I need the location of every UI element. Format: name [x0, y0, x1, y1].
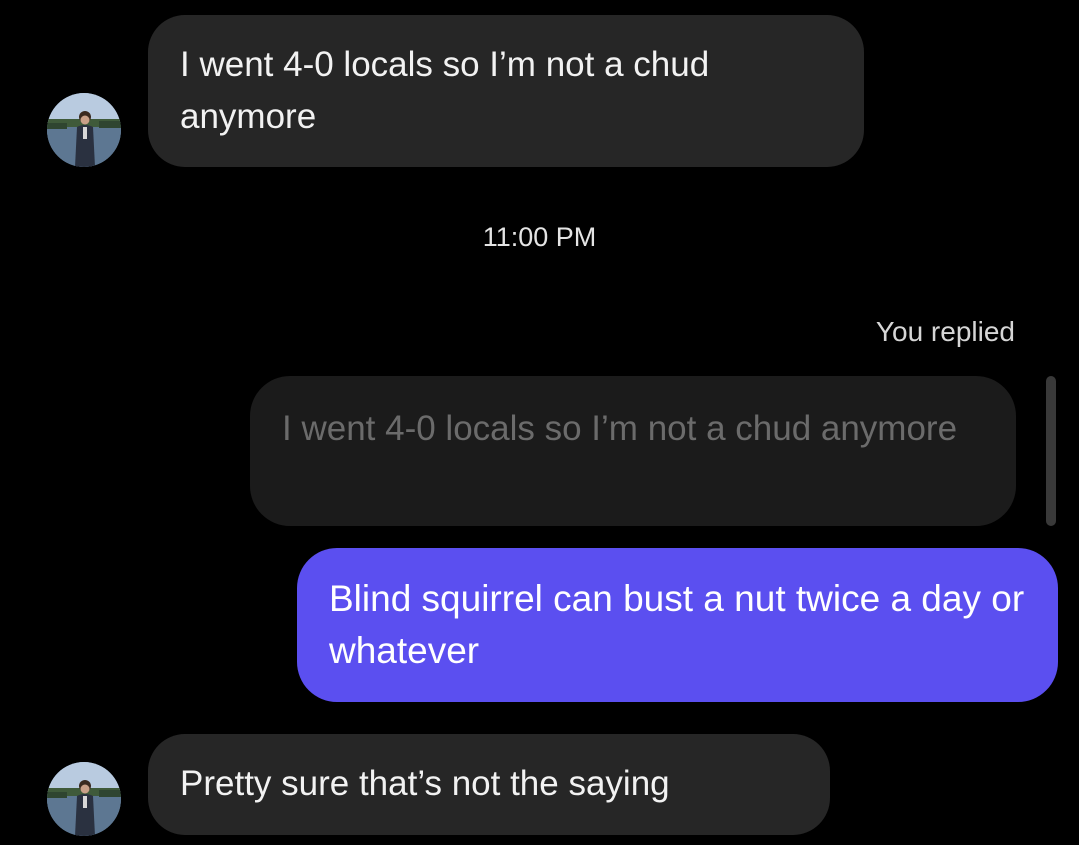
sender-avatar[interactable] [47, 762, 121, 836]
message-timestamp: 11:00 PM [482, 222, 597, 252]
outgoing-message-bubble[interactable]: Blind squirrel can bust a nut twice a da… [297, 548, 1058, 702]
profile-photo-icon [47, 762, 121, 836]
quoted-message-text: I went 4-0 locals so I’m not a chud anym… [282, 409, 958, 448]
message-text: Blind squirrel can bust a nut twice a da… [329, 578, 1025, 671]
incoming-message-bubble[interactable]: Pretty sure that’s not the saying [148, 734, 830, 835]
message-text: Pretty sure that’s not the saying [180, 764, 670, 803]
reply-label: You replied [875, 316, 1015, 347]
reply-indicator-bar [1046, 376, 1056, 526]
profile-photo-icon [47, 93, 121, 167]
sender-avatar[interactable] [47, 93, 121, 167]
incoming-message-bubble[interactable]: I went 4-0 locals so I’m not a chud anym… [148, 15, 864, 167]
message-text: I went 4-0 locals so I’m not a chud anym… [180, 45, 710, 136]
quoted-message[interactable]: I went 4-0 locals so I’m not a chud anym… [250, 376, 1016, 526]
